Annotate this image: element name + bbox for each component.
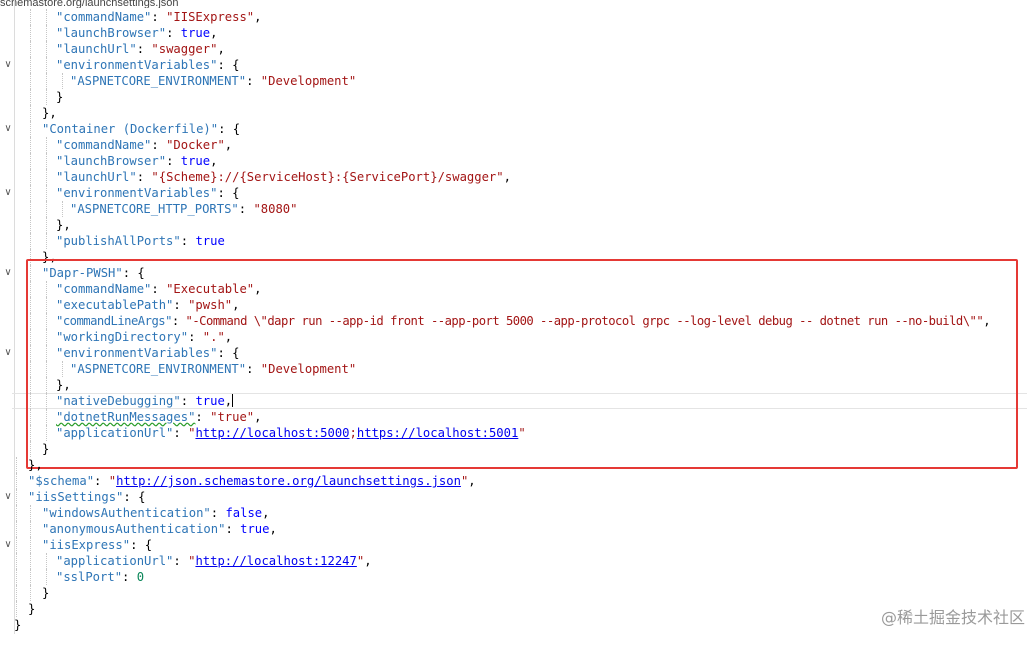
code-line: },: [0, 457, 1033, 473]
code-line: "commandName": "IISExpress",: [0, 9, 1033, 25]
code-line: "ASPNETCORE_HTTP_PORTS": "8080": [0, 201, 1033, 217]
collapse-chevron-icon[interactable]: [2, 267, 14, 279]
code-line: "sslPort": 0: [0, 569, 1033, 585]
collapse-chevron-icon[interactable]: [2, 123, 14, 135]
code-line: }: [0, 441, 1033, 457]
code-line: "commandLineArgs": "-Command \"dapr run …: [0, 313, 1033, 329]
code-line: "applicationUrl": "http://localhost:5000…: [0, 425, 1033, 441]
code-line: "applicationUrl": "http://localhost:1224…: [0, 553, 1033, 569]
collapse-chevron-icon[interactable]: [2, 539, 14, 551]
file-path-header: schemastore.org/launchsettings.json: [0, 0, 179, 8]
url-link[interactable]: http://localhost:5000: [195, 426, 349, 440]
code-line: "launchBrowser": true,: [0, 25, 1033, 41]
code-line: },: [0, 217, 1033, 233]
code-line: }: [0, 89, 1033, 105]
code-line: "Dapr-PWSH": {: [0, 265, 1033, 281]
code-editor[interactable]: schemastore.org/launchsettings.json "com…: [0, 0, 1033, 634]
collapse-chevron-icon[interactable]: [2, 187, 14, 199]
code-line: }: [0, 601, 1033, 617]
code-line: "Container (Dockerfile)": {: [0, 121, 1033, 137]
code-line: "environmentVariables": {: [0, 345, 1033, 361]
code-line: },: [0, 105, 1033, 121]
collapse-chevron-icon[interactable]: [2, 347, 14, 359]
collapse-chevron-icon[interactable]: [2, 491, 14, 503]
code-line: "$schema": "http://json.schemastore.org/…: [0, 473, 1033, 489]
code-line: "launchUrl": "swagger",: [0, 41, 1033, 57]
code-line: },: [0, 377, 1033, 393]
code-line: "commandName": "Executable",: [0, 281, 1033, 297]
code-line: "ASPNETCORE_ENVIRONMENT": "Development": [0, 73, 1033, 89]
watermark: @稀土掘金技术社区: [880, 608, 1025, 627]
code-line: "workingDirectory": ".",: [0, 329, 1033, 345]
url-link[interactable]: https://localhost:5001: [357, 426, 518, 440]
code-line: "nativeDebugging": true,: [0, 393, 1033, 409]
code-line: "publishAllPorts": true: [0, 233, 1033, 249]
text-caret: [232, 394, 234, 407]
url-link[interactable]: http://localhost:12247: [195, 554, 356, 568]
code-line: "environmentVariables": {: [0, 57, 1033, 73]
code-line: "iisSettings": {: [0, 489, 1033, 505]
code-line: "dotnetRunMessages": "true",: [0, 409, 1033, 425]
url-link[interactable]: http://json.schemastore.org/launchsettin…: [116, 474, 461, 488]
code-line: }: [0, 585, 1033, 601]
code-line: "environmentVariables": {: [0, 185, 1033, 201]
code-line: }: [14, 618, 22, 632]
code-line: "anonymousAuthentication": true,: [0, 521, 1033, 537]
code-line: "windowsAuthentication": false,: [0, 505, 1033, 521]
code-line: "launchBrowser": true,: [0, 153, 1033, 169]
code-line: "executablePath": "pwsh",: [0, 297, 1033, 313]
code-line: "launchUrl": "{Scheme}://{ServiceHost}:{…: [0, 169, 1033, 185]
code-line: "ASPNETCORE_ENVIRONMENT": "Development": [0, 361, 1033, 377]
collapse-chevron-icon[interactable]: [2, 59, 14, 71]
code-line: "iisExpress": {: [0, 537, 1033, 553]
code-line: "commandName": "Docker",: [0, 137, 1033, 153]
